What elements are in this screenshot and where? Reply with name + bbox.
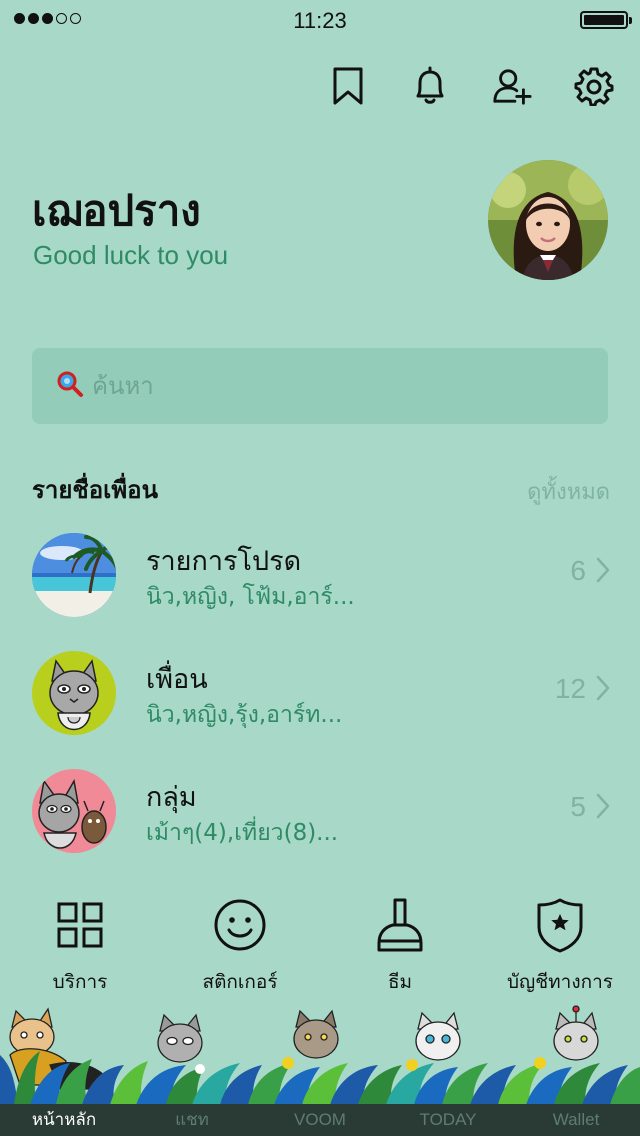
brush-icon — [320, 895, 480, 955]
list-item-subtitle: นิว,หญิง,รุ้ง,อาร์ท... — [146, 702, 343, 728]
search-input[interactable] — [92, 372, 572, 400]
list-item-favorites[interactable]: รายการโปรด นิว,หญิง, โฟ้ม,อาร์... 6 — [0, 533, 640, 633]
smiley-icon — [160, 895, 320, 955]
shield-star-icon — [480, 895, 640, 955]
bell-icon[interactable] — [410, 64, 450, 108]
status-time: 11:23 — [293, 8, 347, 33]
list-item-count: 5 — [570, 791, 586, 822]
stickers-button[interactable]: สติกเกอร์ — [160, 895, 320, 997]
services-button[interactable]: บริการ — [0, 895, 160, 997]
tab-home[interactable]: หน้าหลัก — [0, 1104, 128, 1136]
header-actions — [328, 64, 614, 108]
list-item-title: กลุ่ม — [146, 782, 197, 813]
bookmark-icon[interactable] — [328, 64, 368, 108]
search-bar[interactable] — [32, 348, 608, 424]
list-item-friends[interactable]: เพื่อน นิว,หญิง,รุ้ง,อาร์ท... 12 — [0, 651, 640, 751]
chevron-right-icon — [596, 557, 610, 587]
profile-status-message[interactable]: Good luck to you — [33, 240, 228, 271]
tab-wallet[interactable]: Wallet — [512, 1104, 640, 1136]
list-item-groups[interactable]: กลุ่ม เม้าๆ(4),เที่ยว(8)... 5 — [0, 769, 640, 869]
services-label: บริการ — [52, 971, 108, 993]
tab-voom[interactable]: VOOM — [256, 1104, 384, 1136]
bottom-tab-bar: หน้าหลัก แชท VOOM TODAY Wallet — [0, 1104, 640, 1136]
list-item-title: รายการโปรด — [146, 546, 302, 577]
battery-icon — [580, 11, 632, 29]
list-item-count: 12 — [554, 673, 586, 704]
friends-section-title: รายชื่อเพื่อน — [32, 476, 158, 504]
list-item-count: 6 — [570, 555, 586, 586]
themes-label: ธีม — [387, 971, 413, 993]
battery-fill — [584, 15, 624, 25]
friends-thumbnail — [32, 651, 116, 735]
chevron-right-icon — [596, 793, 610, 823]
shortcut-tools: บริการ สติกเกอร์ ธีม บัญชีทางการ — [0, 895, 640, 1005]
groups-thumbnail — [32, 769, 116, 853]
see-all-link[interactable]: ดูทั้งหมด — [527, 474, 610, 509]
list-item-title: เพื่อน — [146, 664, 208, 695]
tab-chats[interactable]: แชท — [128, 1104, 256, 1136]
themes-button[interactable]: ธีม — [320, 895, 480, 997]
list-item-subtitle: นิว,หญิง, โฟ้ม,อาร์... — [146, 584, 355, 610]
list-item-subtitle: เม้าๆ(4),เที่ยว(8)... — [146, 820, 339, 846]
profile-name[interactable]: เฌอปราง — [32, 178, 201, 244]
favorites-thumbnail — [32, 533, 116, 617]
add-friend-icon[interactable] — [492, 64, 532, 108]
chevron-right-icon — [596, 675, 610, 705]
profile-avatar[interactable] — [488, 160, 608, 280]
official-accounts-label: บัญชีทางการ — [507, 971, 613, 993]
tab-today[interactable]: TODAY — [384, 1104, 512, 1136]
theme-decoration — [0, 1005, 640, 1105]
search-icon — [56, 370, 84, 402]
status-bar: 11:23 — [0, 0, 640, 40]
grid-icon — [0, 895, 160, 955]
official-accounts-button[interactable]: บัญชีทางการ — [480, 895, 640, 997]
gear-icon[interactable] — [574, 64, 614, 108]
stickers-label: สติกเกอร์ — [202, 971, 278, 993]
